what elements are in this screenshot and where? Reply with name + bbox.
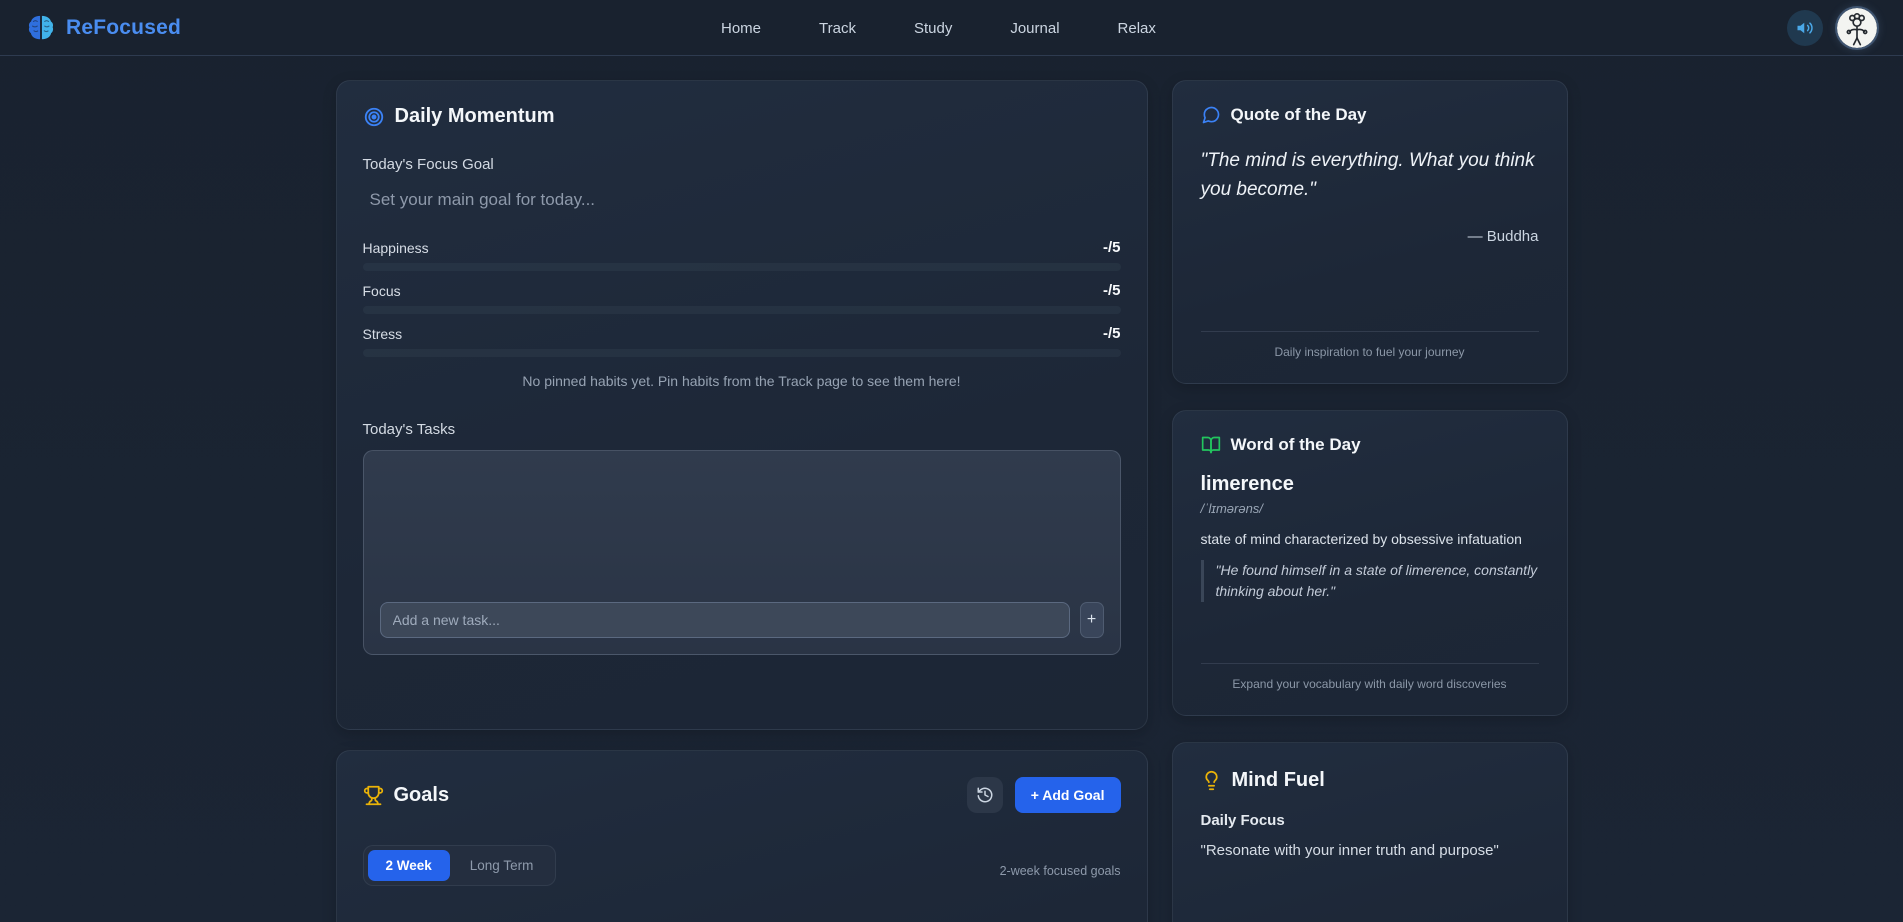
goals-tab-group: 2 Week Long Term xyxy=(363,845,557,886)
happiness-slider[interactable] xyxy=(363,263,1121,271)
trophy-icon xyxy=(363,785,384,806)
daily-focus-quote: "Resonate with your inner truth and purp… xyxy=(1201,840,1539,862)
pinned-habits-note: No pinned habits yet. Pin habits from th… xyxy=(363,373,1121,389)
nav-item-study[interactable]: Study xyxy=(914,20,952,37)
brain-logo-icon xyxy=(26,13,56,43)
goals-title: Goals xyxy=(394,784,450,807)
metric-happiness: Happiness -/5 xyxy=(363,239,1121,271)
divider xyxy=(1201,663,1539,664)
daily-momentum-title: Daily Momentum xyxy=(395,105,555,128)
goals-subtitle: 2-week focused goals xyxy=(1000,864,1121,886)
left-column: Daily Momentum Today's Focus Goal Happin… xyxy=(336,80,1148,922)
quote-card-footer: Daily inspiration to fuel your journey xyxy=(1201,345,1539,359)
mood-metrics: Happiness -/5 Focus -/5 Stress -/5 xyxy=(363,239,1121,357)
metric-value: -/5 xyxy=(1103,282,1121,299)
volume-icon xyxy=(1796,19,1814,37)
speech-bubble-icon xyxy=(1201,105,1221,125)
mind-fuel-card: Mind Fuel Daily Focus "Resonate with you… xyxy=(1172,742,1568,922)
target-icon xyxy=(363,106,385,128)
history-icon xyxy=(976,786,994,804)
add-goal-button[interactable]: + Add Goal xyxy=(1015,777,1121,813)
divider xyxy=(1201,331,1539,332)
daily-momentum-card: Daily Momentum Today's Focus Goal Happin… xyxy=(336,80,1148,730)
metric-focus: Focus -/5 xyxy=(363,282,1121,314)
word-card-footer: Expand your vocabulary with daily word d… xyxy=(1201,677,1539,691)
brand-name: ReFocused xyxy=(66,16,181,40)
open-book-icon xyxy=(1201,435,1221,455)
word-example: "He found himself in a state of limerenc… xyxy=(1201,560,1539,602)
focus-goal-input[interactable] xyxy=(363,181,1121,219)
tab-2-week[interactable]: 2 Week xyxy=(368,850,450,881)
new-task-input[interactable] xyxy=(380,602,1070,638)
word-definition: state of mind characterized by obsessive… xyxy=(1201,529,1539,549)
metric-value: -/5 xyxy=(1103,325,1121,342)
goal-history-button[interactable] xyxy=(967,777,1003,813)
metric-label: Happiness xyxy=(363,240,429,256)
nav-item-track[interactable]: Track xyxy=(819,20,856,37)
word-card-title: Word of the Day xyxy=(1231,435,1361,455)
word-of-the-day: limerence xyxy=(1201,473,1539,496)
header-right-cluster xyxy=(1787,8,1877,48)
add-task-button[interactable]: + xyxy=(1080,602,1104,638)
metric-label: Stress xyxy=(363,326,403,342)
top-navbar: ReFocused Home Track Study Journal Relax xyxy=(0,0,1903,56)
right-column: Quote of the Day "The mind is everything… xyxy=(1172,80,1568,922)
word-pronunciation: /ˈlɪmərəns/ xyxy=(1201,501,1539,516)
stress-slider[interactable] xyxy=(363,349,1121,357)
quote-card: Quote of the Day "The mind is everything… xyxy=(1172,80,1568,384)
quote-text: "The mind is everything. What you think … xyxy=(1201,147,1539,204)
metric-label: Focus xyxy=(363,283,401,299)
main-nav: Home Track Study Journal Relax xyxy=(721,0,1156,56)
main-content: Daily Momentum Today's Focus Goal Happin… xyxy=(336,80,1568,922)
goals-card: Goals + Add Goal xyxy=(336,750,1148,922)
word-card: Word of the Day limerence /ˈlɪmərəns/ st… xyxy=(1172,410,1568,716)
focus-goal-label: Today's Focus Goal xyxy=(363,156,1121,173)
nav-item-relax[interactable]: Relax xyxy=(1118,20,1156,37)
user-avatar[interactable] xyxy=(1837,8,1877,48)
metric-stress: Stress -/5 xyxy=(363,325,1121,357)
metric-value: -/5 xyxy=(1103,239,1121,256)
tasks-list-box: + xyxy=(363,450,1121,655)
tasks-label: Today's Tasks xyxy=(363,421,1121,438)
nav-item-journal[interactable]: Journal xyxy=(1010,20,1059,37)
brand[interactable]: ReFocused xyxy=(26,13,181,43)
nav-item-home[interactable]: Home xyxy=(721,20,761,37)
focus-slider[interactable] xyxy=(363,306,1121,314)
sound-toggle-button[interactable] xyxy=(1787,10,1823,46)
mind-fuel-title: Mind Fuel xyxy=(1232,769,1325,792)
daily-focus-label: Daily Focus xyxy=(1201,812,1539,829)
quote-author: — Buddha xyxy=(1201,228,1539,245)
tab-long-term[interactable]: Long Term xyxy=(452,850,552,881)
quote-card-title: Quote of the Day xyxy=(1231,105,1367,125)
lightbulb-icon xyxy=(1201,770,1222,791)
